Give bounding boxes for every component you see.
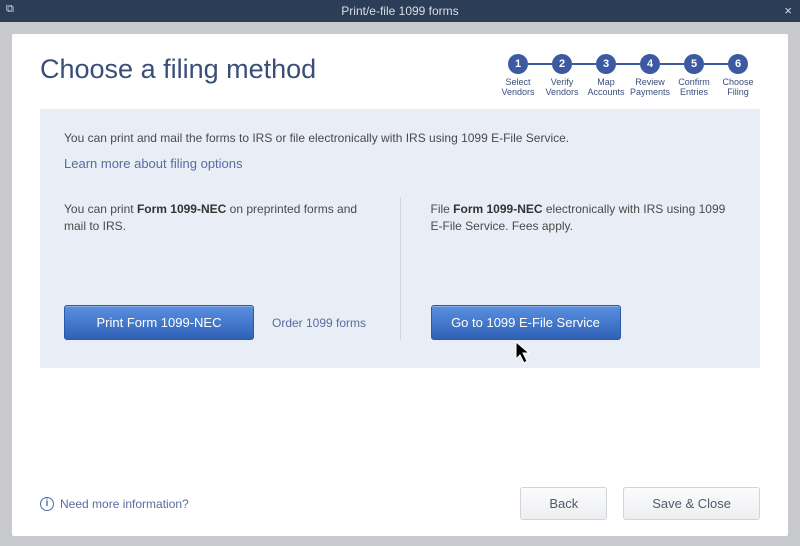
step-label: Payments — [628, 88, 672, 98]
step-number: 3 — [596, 54, 616, 74]
close-icon[interactable]: × — [784, 3, 792, 18]
step-label: Vendors — [540, 88, 584, 98]
step-number: 5 — [684, 54, 704, 74]
step-confirm-entries: 5 Confirm Entries — [672, 54, 716, 98]
print-form-button[interactable]: Print Form 1099-NEC — [64, 305, 254, 340]
step-number: 6 — [728, 54, 748, 74]
step-label: Entries — [672, 88, 716, 98]
efile-option-column: File Form 1099-NEC electronically with I… — [400, 197, 737, 340]
back-button[interactable]: Back — [520, 487, 607, 520]
learn-more-link[interactable]: Learn more about filing options — [64, 156, 243, 171]
efile-description: File Form 1099-NEC electronically with I… — [431, 201, 737, 291]
intro-text: You can print and mail the forms to IRS … — [64, 131, 736, 145]
filing-panel: You can print and mail the forms to IRS … — [40, 109, 760, 368]
need-info-label: Need more information? — [60, 497, 189, 511]
window-body: Choose a filing method 1 Select Vendors … — [12, 34, 788, 536]
print-option-column: You can print Form 1099-NEC on preprinte… — [64, 197, 400, 340]
window-menu-icon[interactable]: ⧉ — [6, 3, 14, 16]
step-number: 4 — [640, 54, 660, 74]
page-title: Choose a filing method — [40, 54, 316, 85]
info-icon: i — [40, 497, 54, 511]
step-number: 2 — [552, 54, 572, 74]
step-label: Vendors — [496, 88, 540, 98]
step-verify-vendors: 2 Verify Vendors — [540, 54, 584, 98]
window-title: Print/e-file 1099 forms — [341, 4, 458, 18]
step-select-vendors: 1 Select Vendors — [496, 54, 540, 98]
step-number: 1 — [508, 54, 528, 74]
order-forms-link[interactable]: Order 1099 forms — [272, 316, 366, 330]
step-choose-filing: 6 Choose Filing — [716, 54, 760, 98]
step-label: Filing — [716, 88, 760, 98]
step-review-payments: 4 Review Payments — [628, 54, 672, 98]
save-close-button[interactable]: Save & Close — [623, 487, 760, 520]
efile-button[interactable]: Go to 1099 E-File Service — [431, 305, 621, 340]
print-description: You can print Form 1099-NEC on preprinte… — [64, 201, 370, 291]
step-map-accounts: 3 Map Accounts — [584, 54, 628, 98]
step-label: Accounts — [584, 88, 628, 98]
need-info-link[interactable]: i Need more information? — [40, 497, 189, 511]
titlebar: ⧉ Print/e-file 1099 forms × — [0, 0, 800, 22]
cursor-icon — [515, 341, 535, 367]
wizard-stepper: 1 Select Vendors 2 Verify Vendors 3 Map … — [496, 54, 760, 98]
dialog-footer: i Need more information? Back Save & Clo… — [40, 487, 760, 520]
